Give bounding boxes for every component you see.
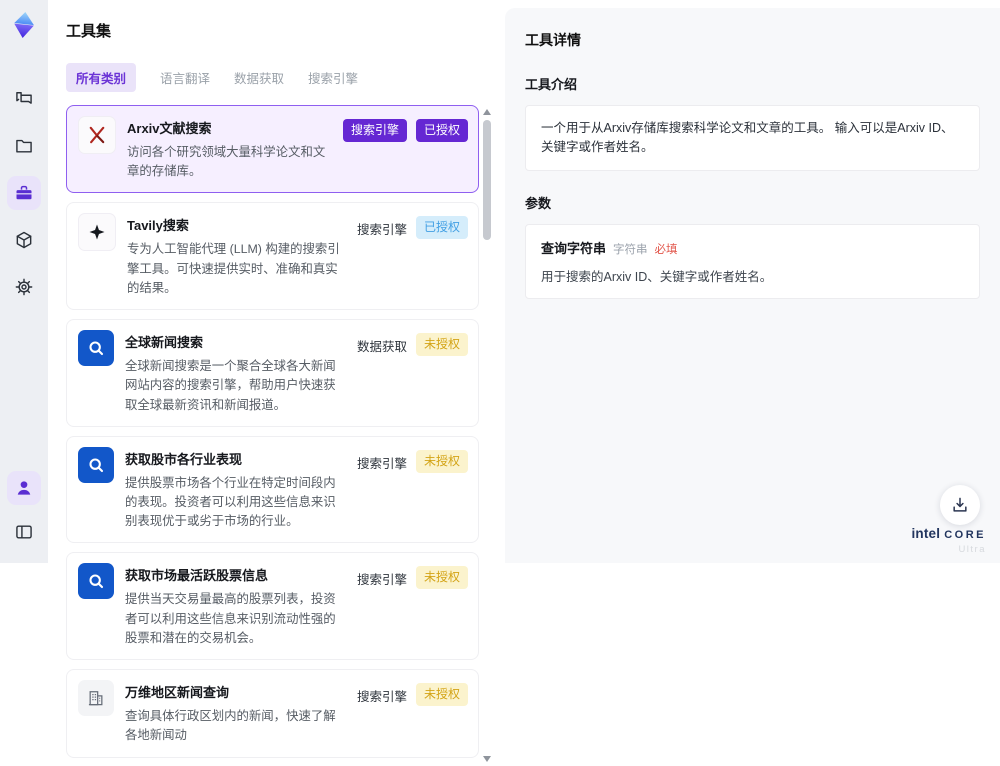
download-button[interactable]: [940, 485, 980, 525]
scroll-down-arrow-icon[interactable]: [483, 755, 491, 762]
arxiv-icon: [78, 116, 116, 154]
tool-description: 提供当天交易量最高的股票列表，投资者可以利用这些信息来识别流动性强的股票和潜在的…: [125, 592, 336, 645]
sidebar: [0, 0, 48, 563]
download-icon: [950, 495, 970, 515]
tool-category-label: 搜索引擎: [356, 573, 407, 588]
sidebar-item-cube[interactable]: [7, 223, 41, 257]
tool-auth-badge: 未授权: [415, 683, 468, 706]
search-icon: [78, 330, 114, 367]
scrollbar-thumb[interactable]: [483, 120, 491, 240]
category-tab[interactable]: 语言翻译: [160, 68, 210, 87]
tool-list-item[interactable]: 获取股市各行业表现 提供股票市场各个行业在特定时间段内的表现。投资者可以利用这些…: [66, 435, 479, 544]
app-logo-icon[interactable]: [9, 10, 39, 40]
tool-details-panel: 工具详情 工具介绍 一个用于从Arxiv存储库搜索科学论文和文章的工具。 输入可…: [505, 8, 1000, 563]
tool-description: 专为人工智能代理 (LLM) 构建的搜索引擎工具。可快速提供实时、准确和真实的结…: [127, 242, 340, 295]
chat-icon: [14, 89, 34, 109]
app-window: 工具集 所有类别 语言翻译 数据获取 搜索引擎 Arxiv文献搜索 访问各个研究领域大…: [0, 0, 1000, 762]
tool-auth-badge: 未授权: [415, 449, 468, 473]
tool-list-item[interactable]: 全球新闻搜索 全球新闻搜索是一个聚合全球各大新闻网站内容的搜索引擎，帮助用户快速…: [66, 319, 479, 427]
search-icon: [78, 446, 114, 483]
sidebar-bottom: [7, 471, 41, 549]
sidebar-nav: [7, 82, 41, 304]
tool-name: 万维地区新闻查询: [125, 685, 230, 701]
user-icon: [14, 478, 34, 498]
sidebar-item-folder[interactable]: [7, 129, 41, 163]
tool-description: 提供股票市场各个行业在特定时间段内的表现。投资者可以利用这些信息来识别表现优于或…: [125, 475, 336, 529]
tool-category-label: 搜索引擎: [356, 223, 407, 238]
parameter-required-flag: 必填: [654, 243, 678, 256]
tool-auth-badge: 已授权: [415, 119, 468, 142]
sidebar-item-chat[interactable]: [7, 82, 41, 116]
category-tabs: 所有类别 语言翻译 数据获取 搜索引擎: [66, 63, 493, 92]
intel-core-logo-text: intel CORE: [911, 525, 986, 541]
parameters-box: 查询字符串 字符串 必填 用于搜索的Arxiv ID、关键字或作者姓名。: [525, 223, 980, 299]
search-icon: [78, 563, 114, 600]
building-icon: [78, 680, 114, 717]
sidebar-item-toolbox[interactable]: [7, 176, 41, 210]
tool-name: 获取市场最活跃股票信息: [125, 568, 269, 584]
tool-description: 全球新闻搜索是一个聚合全球各大新闻网站内容的搜索引擎，帮助用户快速获取全球最新资…: [125, 359, 336, 412]
category-tab[interactable]: 所有类别: [66, 63, 137, 92]
tool-list-item[interactable]: 万维地区新闻查询 查询具体行政区划内的新闻，快速了解各地新闻动 搜索引擎 未授权: [66, 669, 479, 758]
params-section-header: 参数: [525, 195, 552, 211]
scrollbar[interactable]: [481, 105, 493, 766]
settings-gear-icon: [14, 277, 34, 297]
page-title: 工具集: [66, 23, 112, 40]
tool-auth-badge: 未授权: [415, 333, 468, 356]
tool-auth-badge: 已授权: [415, 216, 468, 240]
intro-section-header: 工具介绍: [525, 77, 578, 92]
tool-category-label: 搜索引擎: [356, 690, 407, 705]
folder-icon: [14, 136, 34, 156]
tools-container: Arxiv文献搜索 访问各个研究领域大量科学论文和文章的存储库。 搜索引擎 已授…: [66, 105, 479, 758]
tool-auth-badge: 未授权: [415, 566, 468, 590]
toolbox-icon: [14, 183, 34, 203]
tool-list-item[interactable]: Tavily搜索 专为人工智能代理 (LLM) 构建的搜索引擎工具。可快速提供实…: [66, 202, 479, 311]
tool-name: Arxiv文献搜索: [127, 121, 212, 136]
star-icon: [78, 213, 116, 252]
intel-core-logo: intel CORE Ultra: [911, 525, 986, 555]
tool-intro-box: 一个用于从Arxiv存储库搜索科学论文和文章的工具。 输入可以是Arxiv ID…: [525, 105, 980, 171]
tool-name: 全球新闻搜索: [125, 335, 204, 351]
sidebar-item-user[interactable]: [7, 471, 41, 505]
sidebar-item-panel-toggle[interactable]: [7, 515, 41, 549]
tool-list-item[interactable]: 获取市场最活跃股票信息 提供当天交易量最高的股票列表，投资者可以利用这些信息来识…: [66, 552, 479, 661]
tool-list-item[interactable]: Arxiv文献搜索 访问各个研究领域大量科学论文和文章的存储库。 搜索引擎 已授…: [66, 105, 479, 194]
tool-list: Arxiv文献搜索 访问各个研究领域大量科学论文和文章的存储库。 搜索引擎 已授…: [66, 105, 493, 762]
tool-category-label: 搜索引擎: [356, 456, 407, 471]
tool-category-label: 数据获取: [356, 340, 407, 355]
sidebar-item-settings-gear[interactable]: [7, 270, 41, 304]
parameter-type: 字符串: [613, 243, 648, 256]
tool-list-panel: 工具集 所有类别 语言翻译 数据获取 搜索引擎 Arxiv文献搜索 访问各个研究领域大…: [48, 0, 505, 762]
tool-category-label: 搜索引擎: [342, 119, 407, 142]
parameter-name: 查询字符串: [541, 240, 607, 256]
scroll-up-arrow-icon[interactable]: [483, 109, 491, 115]
tool-description: 查询具体行政区划内的新闻，快速了解各地新闻动: [125, 709, 336, 743]
cube-icon: [14, 230, 34, 250]
tool-name: 获取股市各行业表现: [125, 451, 243, 467]
tool-name: Tavily搜索: [127, 218, 189, 234]
intel-ultra-label: Ultra: [958, 543, 986, 555]
parameter-header: 查询字符串 字符串 必填: [541, 238, 964, 257]
details-title: 工具详情: [525, 32, 581, 48]
panel-toggle-icon: [14, 522, 34, 542]
category-tab[interactable]: 搜索引擎: [308, 68, 358, 87]
parameter-description: 用于搜索的Arxiv ID、关键字或作者姓名。: [541, 269, 773, 284]
category-tab[interactable]: 数据获取: [234, 68, 284, 87]
tool-description: 访问各个研究领域大量科学论文和文章的存储库。: [127, 145, 326, 179]
